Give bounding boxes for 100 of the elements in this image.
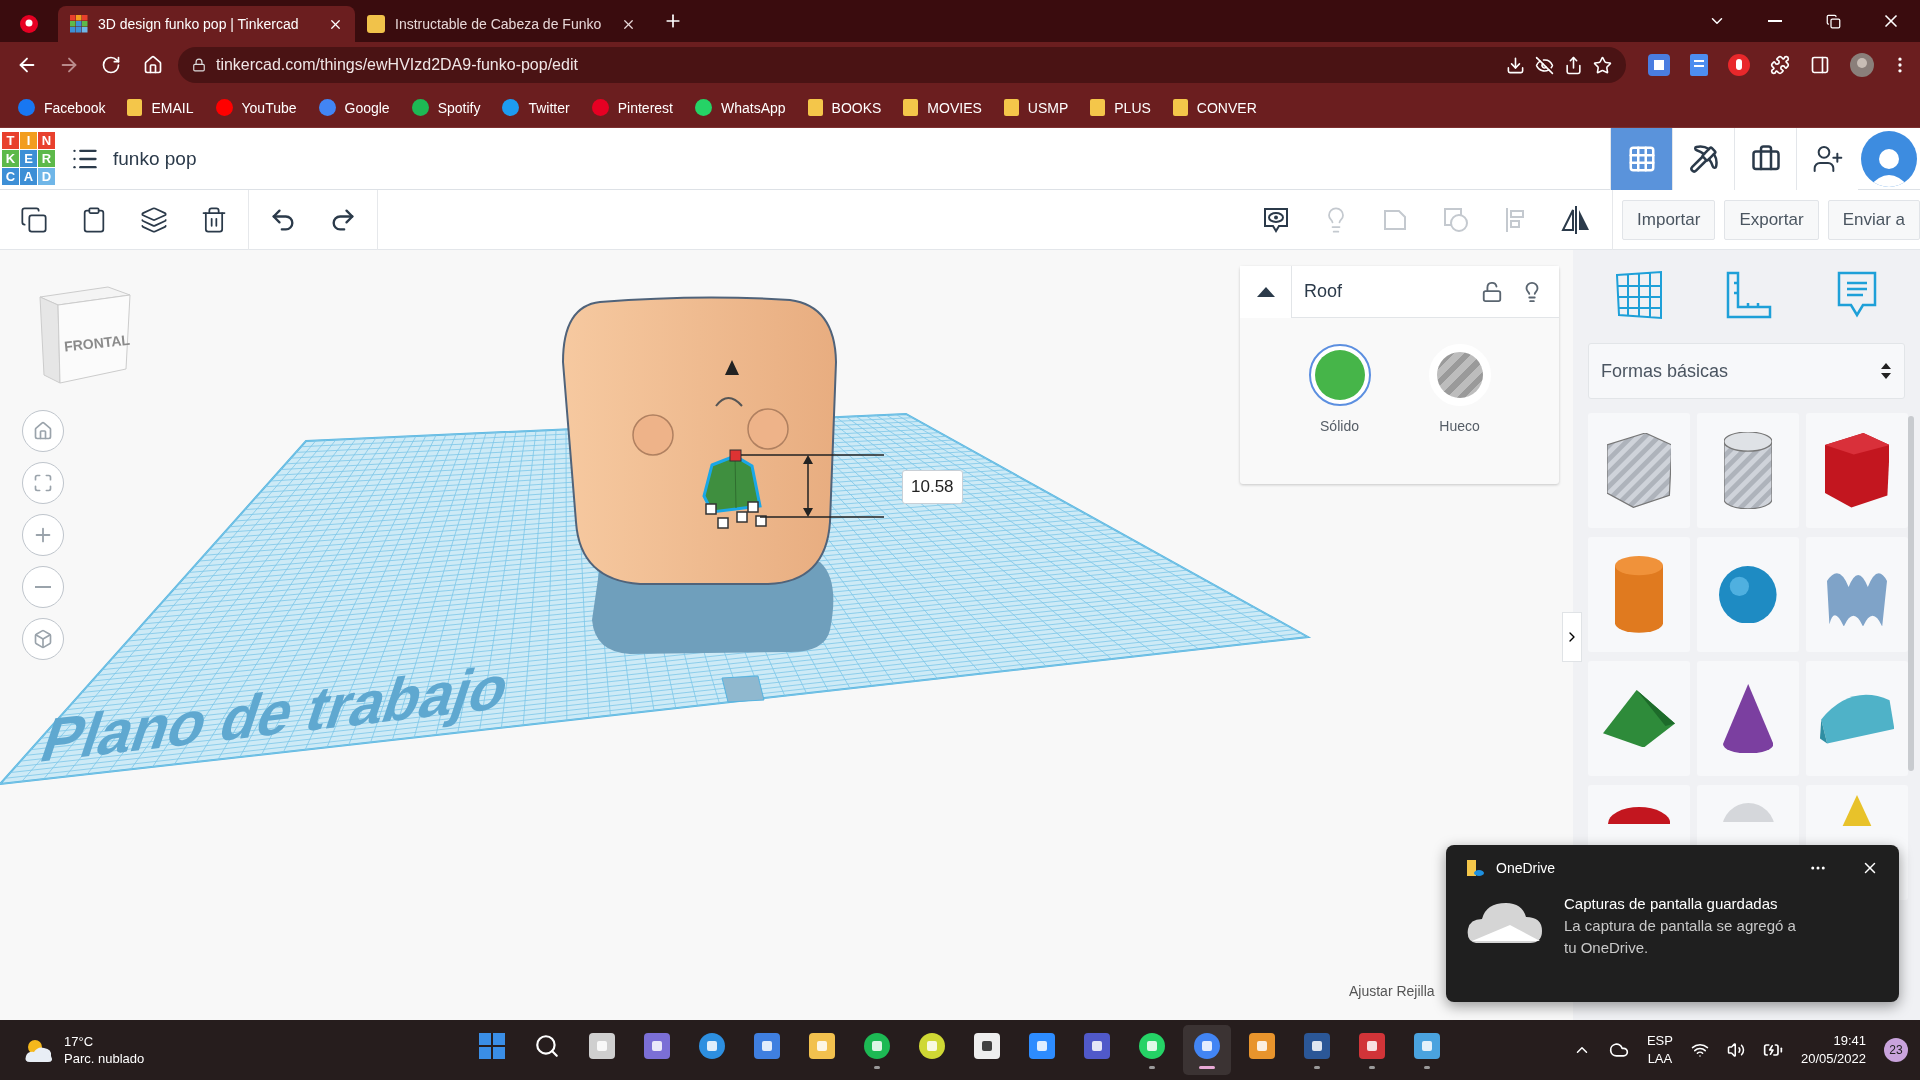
app-icon <box>918 1031 946 1060</box>
bookmark[interactable]: Google <box>318 99 390 116</box>
copy-icon <box>20 205 48 234</box>
bookmark-label: MOVIES <box>927 99 982 116</box>
reload-icon <box>101 55 121 75</box>
tab-title: 3D design funko pop | Tinkercad <box>98 16 300 32</box>
shape-tile[interactable] <box>1588 661 1690 776</box>
unlock-icon[interactable] <box>1481 280 1503 303</box>
collapse-panel-button[interactable] <box>1562 612 1582 662</box>
bookmark[interactable]: CONVER <box>1172 99 1257 116</box>
shape-tile[interactable] <box>1697 413 1799 528</box>
browser-tab[interactable]: 3D design funko pop | Tinkercad <box>58 6 355 42</box>
bookmark-label: Spotify <box>437 99 481 116</box>
shape-tile[interactable] <box>1588 413 1690 528</box>
bookmark[interactable]: Twitter <box>502 99 570 116</box>
side-panel-icon[interactable] <box>1810 55 1831 75</box>
category-dropdown[interactable]: Formas básicas <box>1588 343 1905 399</box>
language-indicator[interactable]: ESP LAA <box>1646 1032 1673 1068</box>
home-view-button[interactable] <box>22 410 64 452</box>
marker <box>721 675 765 703</box>
bookmark[interactable]: EMAIL <box>127 99 194 116</box>
pickaxe-icon <box>1688 143 1719 174</box>
profile-avatar[interactable] <box>1850 53 1874 77</box>
app-icon <box>1248 1031 1276 1060</box>
share-icon[interactable] <box>1564 55 1584 75</box>
view-mode-button[interactable] <box>1734 127 1796 190</box>
bookmark[interactable]: Facebook <box>18 99 106 116</box>
tab-title: Instructable de Cabeza de Funko <box>395 16 603 32</box>
shape-tile[interactable] <box>1697 661 1799 776</box>
logo-letter: T <box>2 132 19 149</box>
rotate-handle-icon[interactable] <box>715 397 743 407</box>
favicon-icon <box>367 15 385 33</box>
shape-tile[interactable] <box>1697 537 1799 652</box>
bookmark[interactable]: PLUS <box>1090 99 1151 116</box>
app-icon <box>973 1031 1001 1060</box>
shape-thumbnail-icon <box>1606 433 1672 508</box>
action-button[interactable]: Exportar <box>1724 199 1819 240</box>
url-text: tinkercad.com/things/ewHVIzd2DA9-funko-pop/edit <box>215 56 579 74</box>
bookmark-label: USMP <box>1027 99 1069 116</box>
scrollbar[interactable] <box>1908 416 1914 771</box>
dimension-field[interactable]: 10.58 <box>902 470 963 504</box>
action-button[interactable]: Importar <box>1622 199 1716 240</box>
clock[interactable]: 19:41 20/05/2022 <box>1800 1032 1866 1068</box>
folder-cloud-icon <box>1466 859 1484 877</box>
app-icon <box>1138 1031 1166 1060</box>
restore-icon <box>1825 13 1841 29</box>
bookmark-label: CONVER <box>1196 99 1257 116</box>
minimize-icon <box>1768 20 1782 22</box>
hand-icon[interactable] <box>1728 54 1751 76</box>
notification-app-name: OneDrive <box>1496 860 1556 876</box>
bookmark[interactable]: Spotify <box>411 99 481 116</box>
action-button[interactable]: Enviar a <box>1827 199 1920 240</box>
search-icon <box>534 1032 560 1059</box>
app-icon <box>698 1031 726 1060</box>
cloud-sync-icon[interactable] <box>1608 1040 1629 1060</box>
address-bar[interactable]: tinkercad.com/things/ewHVIzd2DA9-funko-pop/edit <box>177 47 1627 83</box>
bookmark[interactable]: MOVIES <box>903 99 982 116</box>
project-name[interactable]: funko pop <box>113 147 197 170</box>
shape-tile[interactable] <box>1806 537 1908 652</box>
install-icon[interactable] <box>1506 55 1526 75</box>
taskbar-app[interactable] <box>1183 1025 1231 1075</box>
shape-thumbnail-icon <box>1615 556 1663 633</box>
bookmark-star-icon[interactable] <box>1593 55 1613 75</box>
shape-thumbnail-icon <box>1719 565 1777 624</box>
collapse-button[interactable] <box>1240 265 1292 318</box>
app-icon <box>643 1031 671 1060</box>
perspective-button[interactable] <box>22 618 64 660</box>
extensions-icon[interactable] <box>1770 55 1791 75</box>
folder-icon <box>807 99 823 116</box>
shape-tile[interactable] <box>1806 413 1908 528</box>
home-icon <box>142 55 163 75</box>
roof-shape[interactable] <box>702 449 767 529</box>
bookmark[interactable]: Pinterest <box>591 99 673 116</box>
start-icon <box>479 1032 505 1059</box>
logo-letter: R <box>38 150 55 167</box>
shape-thumbnail-icon <box>1722 683 1774 754</box>
logo-letter: I <box>20 132 37 149</box>
bookmark[interactable]: BOOKS <box>807 99 882 116</box>
bookmark[interactable]: WhatsApp <box>694 99 786 116</box>
view-cube[interactable] <box>39 286 131 384</box>
shape-tile[interactable] <box>1806 661 1908 776</box>
shape-tile[interactable] <box>1588 537 1690 652</box>
caret-up-icon <box>1256 286 1275 297</box>
volume-icon[interactable] <box>1726 1041 1745 1059</box>
bookmark-label: Pinterest <box>617 99 673 116</box>
app-icon <box>863 1031 891 1060</box>
move-up-arrow-icon[interactable] <box>725 360 739 375</box>
wifi-icon[interactable] <box>1690 1041 1709 1059</box>
document-icon[interactable] <box>1690 54 1709 76</box>
browser-tab[interactable]: Instructable de Cabeza de Funko <box>355 6 648 42</box>
bookmark[interactable]: YouTube <box>215 99 297 116</box>
extension-icon[interactable] <box>1648 54 1671 76</box>
notification-badge[interactable]: 23 <box>1884 1038 1908 1062</box>
snap-grid-label[interactable]: Ajustar Rejilla <box>1349 983 1435 999</box>
sort-arrows-icon <box>1880 361 1892 381</box>
view-mode-button[interactable] <box>1672 127 1734 190</box>
folder-icon <box>1003 99 1019 116</box>
bookmark-label: YouTube <box>241 99 297 116</box>
eye-off-icon[interactable] <box>1535 55 1555 75</box>
bookmark[interactable]: USMP <box>1003 99 1069 116</box>
